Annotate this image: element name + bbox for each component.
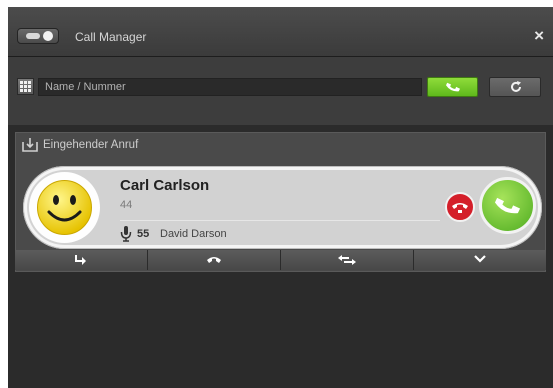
hangup-action-icon (207, 257, 221, 263)
search-bar (8, 57, 553, 125)
accept-call-icon (495, 197, 520, 214)
toggle-track (26, 33, 40, 39)
call-action-bar (15, 250, 546, 270)
section-header: Eingehender Anruf (16, 133, 545, 157)
call-manager-window: Call Manager × Name / Nummer Eingehender… (8, 7, 553, 388)
phone-call-icon (446, 82, 460, 92)
microphone-icon (120, 226, 132, 242)
search-input[interactable] (38, 78, 422, 96)
toggle-switch-icon[interactable] (17, 28, 59, 44)
chevron-down-icon (474, 255, 486, 263)
line-name: David Darson (160, 228, 227, 240)
incoming-call-tray-icon (22, 138, 38, 152)
close-icon[interactable]: × (534, 26, 544, 46)
caller-name: Carl Carlson (120, 177, 210, 194)
hangup-action-button[interactable] (148, 250, 281, 270)
forward-button[interactable] (15, 250, 148, 270)
smiley-avatar-icon (37, 180, 92, 235)
title-bar: Call Manager × (8, 7, 553, 57)
dialpad-icon[interactable] (17, 78, 34, 95)
toggle-knob (43, 31, 53, 41)
incoming-call-card: Carl Carlson 44 55 David Darson (23, 166, 542, 249)
window-title: Call Manager (75, 30, 147, 44)
avatar (29, 172, 100, 243)
accept-call-button[interactable] (479, 177, 536, 234)
section-title: Eingehender Anruf (43, 139, 139, 151)
call-button[interactable] (427, 77, 478, 97)
call-card-body: Carl Carlson 44 55 David Darson (27, 170, 538, 245)
caller-number: 44 (120, 199, 133, 211)
forward-arrow-icon (75, 255, 86, 265)
transfer-button[interactable] (281, 250, 414, 270)
refresh-button[interactable] (489, 77, 541, 97)
transfer-arrows-icon (338, 255, 356, 265)
reject-call-button[interactable] (445, 192, 475, 222)
empty-call-area (8, 272, 553, 388)
divider (120, 220, 440, 221)
more-options-button[interactable] (414, 250, 546, 270)
hangup-icon (452, 203, 468, 213)
refresh-icon (511, 81, 521, 92)
line-number: 55 (137, 228, 150, 240)
